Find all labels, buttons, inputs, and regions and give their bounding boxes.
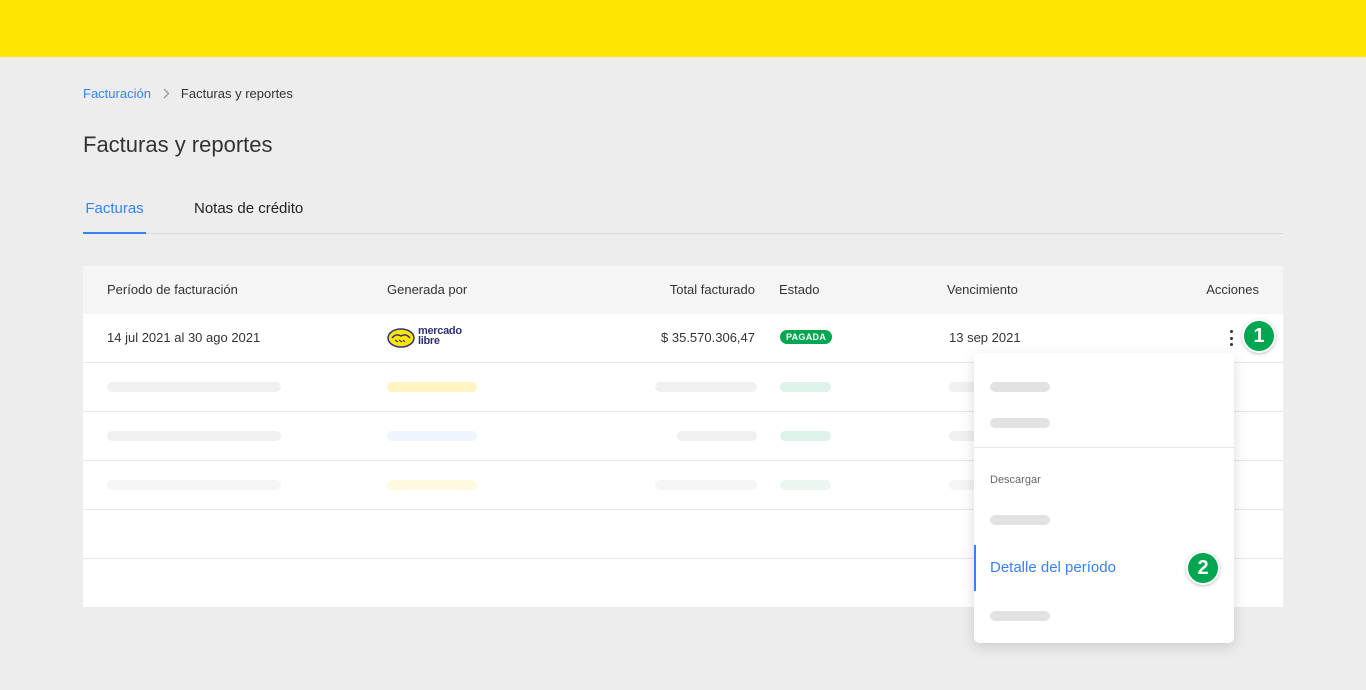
skeleton-placeholder xyxy=(387,480,477,490)
skeleton-placeholder xyxy=(387,382,477,392)
column-header-actions: Acciones xyxy=(1206,282,1259,297)
tab-notas-de-credito[interactable]: Notas de crédito xyxy=(194,200,303,234)
logo-text-libre: libre xyxy=(418,335,440,347)
breadcrumb-current: Facturas y reportes xyxy=(180,86,293,101)
breadcrumb: Facturación Facturas y reportes xyxy=(83,86,293,101)
skeleton-menu-item[interactable] xyxy=(990,382,1050,392)
table-header: Período de facturación Generada por Tota… xyxy=(83,266,1283,314)
skeleton-menu-item[interactable] xyxy=(990,515,1050,525)
page-title: Facturas y reportes xyxy=(83,132,273,157)
cell-period: 14 jul 2021 al 30 ago 2021 xyxy=(107,330,261,345)
menu-section-heading: Descargar xyxy=(990,474,1041,486)
actions-dropdown-menu: Descargar Detalle del período xyxy=(974,353,1234,643)
tab-facturas[interactable]: Facturas xyxy=(83,200,146,234)
column-header-period: Período de facturación xyxy=(107,282,238,297)
skeleton-placeholder xyxy=(107,480,281,490)
cell-due-date: 13 sep 2021 xyxy=(949,330,1021,345)
status-badge: PAGADA xyxy=(780,330,833,344)
column-header-total: Total facturado xyxy=(669,282,755,297)
column-header-status: Estado xyxy=(779,282,820,297)
step-marker: 2 xyxy=(1186,551,1220,585)
skeleton-placeholder xyxy=(780,480,831,490)
skeleton-menu-item[interactable] xyxy=(990,418,1050,428)
skeleton-placeholder xyxy=(655,480,757,490)
menu-item-label: Detalle del período xyxy=(990,559,1116,576)
skeleton-placeholder xyxy=(677,431,757,441)
step-marker: 1 xyxy=(1242,319,1276,353)
column-header-generated-by: Generada por xyxy=(387,282,468,297)
skeleton-menu-item[interactable] xyxy=(990,611,1050,621)
chevron-right-icon xyxy=(163,87,171,101)
more-vertical-icon[interactable] xyxy=(1223,328,1239,348)
cell-total: $ 35.570.306,47 xyxy=(661,330,755,345)
skeleton-placeholder xyxy=(387,431,477,441)
skeleton-placeholder xyxy=(780,431,831,441)
menu-divider xyxy=(974,447,1234,448)
top-header-bar xyxy=(0,0,1366,57)
skeleton-placeholder xyxy=(655,382,757,392)
skeleton-placeholder xyxy=(107,382,281,392)
breadcrumb-billing-link[interactable]: Facturación xyxy=(83,86,151,101)
skeleton-placeholder xyxy=(780,382,831,392)
mercado-libre-logo: mercado libre xyxy=(387,326,467,349)
column-header-due-date: Vencimiento xyxy=(947,282,1018,297)
tab-bar: Facturas Notas de crédito xyxy=(83,200,1283,234)
skeleton-placeholder xyxy=(107,431,281,441)
